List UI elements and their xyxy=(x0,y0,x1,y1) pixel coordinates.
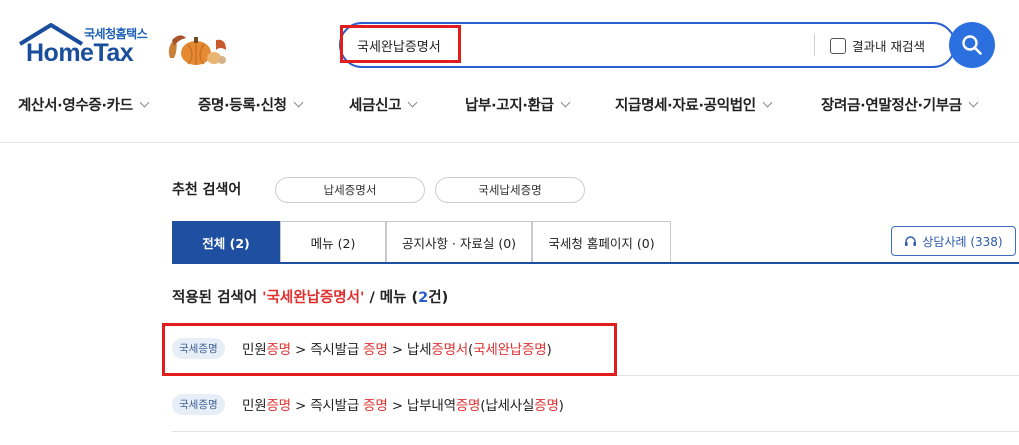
recommended-label: 추천 검색어 xyxy=(172,182,242,198)
category-badge: 국세증명 xyxy=(172,394,225,415)
nav-item-statement[interactable]: 지급명세·자료·공익법인 xyxy=(615,94,773,115)
research-label: 결과내 재검색 xyxy=(852,39,925,54)
path-text: > 납부내역 xyxy=(387,398,456,414)
applied-search-summary: 적용된 검색어 '국세완납증명서' / 메뉴 (2건) xyxy=(172,290,449,306)
search-icon xyxy=(962,35,982,55)
tab-all[interactable]: 전체 (2) xyxy=(172,221,280,263)
chevron-down-icon xyxy=(968,97,979,108)
highlighted-term: 증명 xyxy=(266,398,291,414)
nav-item-tax-report[interactable]: 세금신고 xyxy=(349,94,418,115)
path-text: ) xyxy=(558,398,564,414)
search-button[interactable] xyxy=(949,22,995,68)
applied-keyword: '국세완납증명서' xyxy=(262,290,365,306)
logo-english-text: HomeTax xyxy=(26,39,134,67)
headset-icon xyxy=(905,235,917,246)
tab-underline xyxy=(172,262,1019,264)
research-toggle[interactable]: 결과내 재검색 xyxy=(830,36,925,55)
nav-item-payment[interactable]: 납부·고지·환급 xyxy=(465,94,571,115)
path-text: 민원 xyxy=(242,398,267,414)
chevron-down-icon xyxy=(762,97,773,108)
annotation-highlight-result xyxy=(162,323,617,376)
result-row: 국세증명 민원증명 > 즉시발급 증명 > 납부내역증명(납세사실증명) xyxy=(172,376,1019,432)
tab-nts-homepage[interactable]: 국세청 홈페이지 (0) xyxy=(532,221,671,263)
autumn-pumpkin-icon xyxy=(164,28,230,68)
chevron-down-icon xyxy=(407,97,418,108)
recommended-chip[interactable]: 납세증명서 xyxy=(275,177,425,203)
annotation-highlight-query xyxy=(340,25,461,63)
tab-notice[interactable]: 공지사항 · 자료실 (0) xyxy=(386,221,532,263)
header-divider xyxy=(0,142,1019,143)
tab-menu[interactable]: 메뉴 (2) xyxy=(280,221,386,263)
hometax-logo[interactable]: 국세청홈택스 HomeTax xyxy=(18,22,158,70)
research-checkbox[interactable] xyxy=(830,37,846,54)
highlighted-term: 증명 xyxy=(534,398,559,414)
chevron-down-icon xyxy=(139,97,150,108)
path-text: > 즉시발급 xyxy=(290,398,364,414)
search-divider xyxy=(814,34,815,56)
applied-count: 2 xyxy=(418,290,429,306)
highlighted-term: 증명 xyxy=(363,398,388,414)
recommended-chip[interactable]: 국세납세증명 xyxy=(435,177,585,203)
header: 국세청홈택스 HomeTax 결과내 재검색 xyxy=(0,0,1019,80)
nav-item-certificate[interactable]: 증명·등록·신청 xyxy=(198,94,304,115)
path-text: (납세사실 xyxy=(480,398,535,414)
result-link[interactable]: 민원증명 > 즉시발급 증명 > 납부내역증명(납세사실증명) xyxy=(242,394,564,414)
main-nav: 계산서·영수증·카드 증명·등록·신청 세금신고 납부·고지·환급 지급명세·자… xyxy=(0,88,1019,122)
nav-item-incentive[interactable]: 장려금·연말정산·기부금 xyxy=(821,94,979,115)
highlighted-term: 증명 xyxy=(455,398,481,414)
counsel-cases-button[interactable]: 상담사례 (338) xyxy=(891,226,1016,256)
nav-item-invoice[interactable]: 계산서·영수증·카드 xyxy=(18,94,150,115)
chevron-down-icon xyxy=(293,97,304,108)
chevron-down-icon xyxy=(560,97,571,108)
